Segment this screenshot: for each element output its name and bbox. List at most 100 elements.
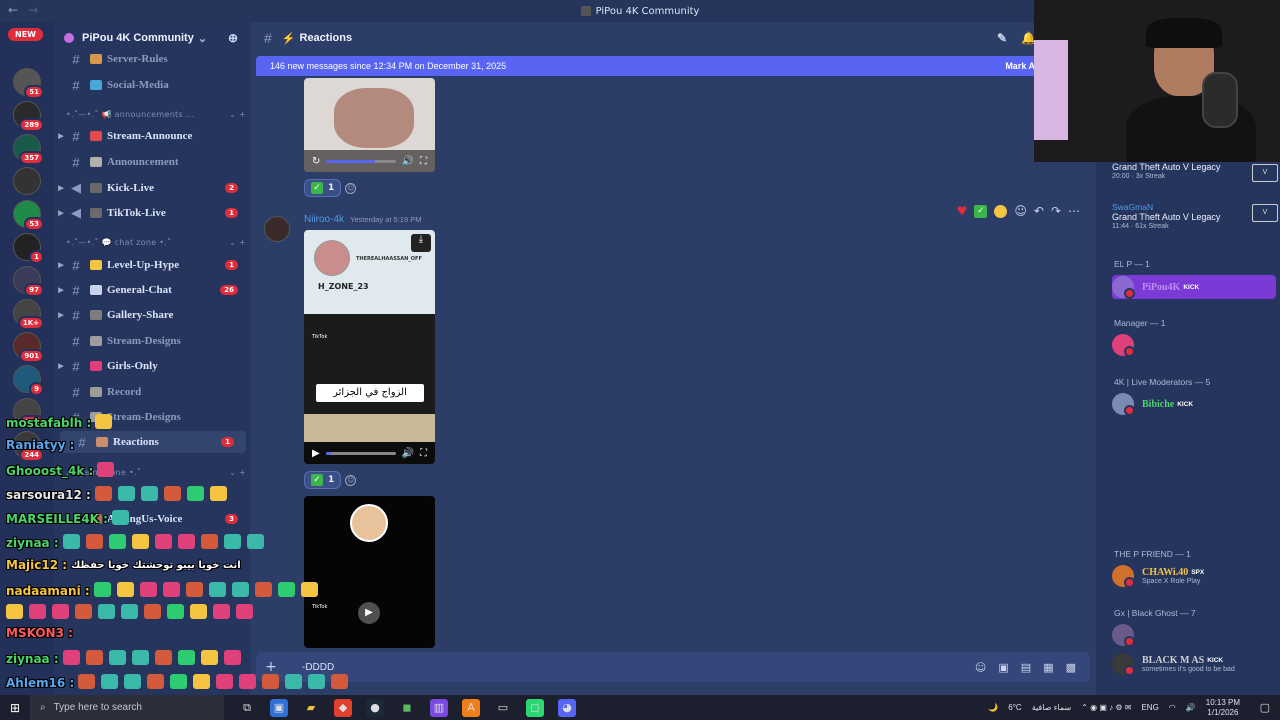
check-icon[interactable]: ✓ xyxy=(974,204,988,218)
clock[interactable]: 10:13 PM 1/1/2026 xyxy=(1206,698,1240,718)
system-tray: 🌙 6°C سماء صافية ⌃ ◉ ▣ ♪ ⚙ ✉ ENG ◠ 🔊 10:… xyxy=(988,698,1240,718)
activity-game: Grand Theft Auto V Legacy xyxy=(1112,162,1221,172)
replay-icon[interactable]: ↻ xyxy=(312,156,320,167)
volume-icon[interactable]: 🔊 xyxy=(1186,703,1196,712)
avatar[interactable] xyxy=(264,216,290,242)
server-icon[interactable]: 289 xyxy=(13,101,44,132)
reaction-check[interactable]: ✓ 1 xyxy=(304,471,342,489)
threads-icon[interactable]: ✎ xyxy=(997,31,1007,45)
seek-bar[interactable] xyxy=(325,451,396,455)
unread-badge: 26 xyxy=(220,285,238,295)
fullscreen-icon[interactable]: ⛶ xyxy=(420,156,427,167)
add-channel-icon[interactable]: ⌄ + xyxy=(229,110,246,119)
server-icon[interactable]: 901 xyxy=(13,332,44,363)
download-icon[interactable]: ⤓ xyxy=(411,234,431,252)
member-item[interactable]: BLACK M AS KICK sometimes it's good to be … xyxy=(1112,652,1276,676)
emote-icon xyxy=(6,604,23,619)
volume-icon[interactable]: 🔊 xyxy=(402,156,414,167)
activity-card[interactable]: Grand Theft Auto V Legacy 20:00 · 3x Stre… xyxy=(1112,162,1278,182)
member-item[interactable] xyxy=(1112,623,1276,647)
channel-label: TikTok-Live xyxy=(107,207,166,219)
reaction-check[interactable]: ✓ 1 xyxy=(304,179,342,197)
member-item[interactable]: CHAWi.40 SPX Space X Role Play xyxy=(1112,564,1276,588)
channel-gallery-share[interactable]: ▶ # Gallery-Share xyxy=(54,304,250,326)
server-icon[interactable]: 97 xyxy=(13,266,44,297)
new-messages-bar[interactable]: 146 new messages since 12:34 PM on Decem… xyxy=(256,56,1096,76)
file-explorer-icon[interactable]: ▣ xyxy=(270,698,288,717)
sticker-icon[interactable]: ▤ xyxy=(1021,661,1031,674)
heart-icon[interactable]: ♥ xyxy=(957,204,968,218)
app-icon[interactable]: ▥ xyxy=(430,698,448,717)
message-author[interactable]: Niiroo-4k xyxy=(304,214,344,225)
add-reaction-icon[interactable]: ☺ xyxy=(345,474,357,486)
brave-icon[interactable]: ◆ xyxy=(334,698,352,717)
video-attachment[interactable]: ↻ 🔊 ⛶ xyxy=(304,78,435,172)
new-badge[interactable]: NEW xyxy=(8,28,43,41)
video-attachment[interactable]: TikTok ▶ xyxy=(304,496,435,648)
channel-kick-live[interactable]: ▶ ◀ Kick-Live 2 xyxy=(54,177,250,199)
gif-icon[interactable]: ▣ xyxy=(998,661,1008,674)
video-attachment[interactable]: THEREALHAASSAN_OFF H_ZONE_23 TikTok الزو… xyxy=(304,230,435,464)
channel-server-rules[interactable]: # Server-Rules xyxy=(54,48,250,70)
member-item[interactable]: PiPou4K KICK xyxy=(1112,275,1276,299)
forward-icon[interactable]: ↷ xyxy=(1051,204,1061,218)
server-icon[interactable]: 51 xyxy=(13,68,44,99)
channel-announcement[interactable]: # Announcement xyxy=(54,151,250,173)
add-reaction-icon[interactable]: ☺ xyxy=(1014,204,1027,218)
server-icon xyxy=(580,6,591,16)
folder-icon[interactable]: ▰ xyxy=(302,699,320,717)
message-composer[interactable]: + -DDDD ☺ ▣ ▤ ▦ ▩ xyxy=(256,652,1090,682)
fullscreen-icon[interactable]: ⛶ xyxy=(420,448,427,459)
notification-icon[interactable]: ▢ xyxy=(1260,701,1270,714)
more-icon[interactable]: ⋯ xyxy=(1068,204,1080,218)
server-icon[interactable]: 53 xyxy=(13,200,44,231)
laugh-emoji-icon[interactable] xyxy=(994,204,1008,218)
steam-icon[interactable]: ● xyxy=(366,698,384,717)
settings-icon[interactable]: ▭ xyxy=(494,699,512,717)
task-view-icon[interactable]: ⧉ xyxy=(238,699,256,717)
tray-icons[interactable]: ⌃ ◉ ▣ ♪ ⚙ ✉ xyxy=(1081,703,1131,712)
channel-record[interactable]: # Record xyxy=(54,381,250,403)
message-input[interactable]: -DDDD xyxy=(286,662,334,673)
add-channel-icon[interactable]: ⌄ + xyxy=(229,238,246,247)
add-reaction-icon[interactable]: ☺ xyxy=(345,182,357,194)
channel-girls-only[interactable]: ▶ # Girls-Only xyxy=(54,355,250,377)
channel-stream-designs[interactable]: # Stream-Designs xyxy=(54,330,250,352)
obs-icon[interactable]: A xyxy=(462,698,480,717)
member-item[interactable] xyxy=(1112,333,1276,357)
terminal-icon[interactable]: ◻ xyxy=(526,698,544,717)
server-icon[interactable]: 357 xyxy=(13,134,44,165)
server-icon[interactable] xyxy=(13,167,41,195)
emoji-icon[interactable]: ▦ xyxy=(1043,661,1053,674)
server-icon[interactable]: 1 xyxy=(13,233,44,264)
seek-bar[interactable] xyxy=(326,159,396,163)
volume-icon[interactable]: 🔊 xyxy=(402,448,414,459)
windows-start-icon[interactable]: ⊞ xyxy=(0,701,30,715)
add-member-icon[interactable]: ⊕ xyxy=(228,31,238,45)
wifi-icon[interactable]: ◠ xyxy=(1169,703,1176,712)
play-icon[interactable]: ▶ xyxy=(358,602,380,624)
taskbar-search[interactable]: ⌕ Type here to search xyxy=(30,695,224,720)
server-icon[interactable]: 1K+ xyxy=(13,299,44,330)
xbox-icon[interactable]: ◼ xyxy=(398,699,416,717)
category-announcements[interactable]: •.˚—•.˚ 📢 announcements ... ⌄ + xyxy=(66,110,246,119)
channel-level-up-hype[interactable]: ▶ # Level-Up-Hype 1 xyxy=(54,254,250,276)
channel-social-media[interactable]: # Social-Media xyxy=(54,74,250,96)
back-icon[interactable]: ← xyxy=(8,3,18,17)
member-item[interactable]: Bibiche KICK xyxy=(1112,392,1276,416)
forward-icon[interactable]: → xyxy=(28,3,38,17)
category-chat-zone[interactable]: •.˚—•.˚ 💬 chat zone •.˚ ⌄ + xyxy=(66,238,246,247)
channel-stream-announce[interactable]: ▶ # Stream-Announce xyxy=(54,125,250,147)
discord-icon[interactable]: ◕ xyxy=(558,698,576,717)
activity-card[interactable]: SwaGmaN Grand Theft Auto V Legacy 11:44 · … xyxy=(1112,202,1278,230)
reply-icon[interactable]: ↶ xyxy=(1034,204,1044,218)
weather-temp[interactable]: 6°C xyxy=(1008,703,1021,712)
server-icon[interactable]: 9 xyxy=(13,365,44,396)
gta-icon: V xyxy=(1252,164,1278,182)
play-icon[interactable]: ▶ xyxy=(312,448,320,459)
apps-icon[interactable]: ▩ xyxy=(1066,661,1076,674)
gift-icon[interactable]: ☺ xyxy=(975,661,986,674)
channel-general-chat[interactable]: ▶ # General-Chat 26 xyxy=(54,279,250,301)
language[interactable]: ENG xyxy=(1141,703,1158,712)
channel-tiktok-live[interactable]: ▶ ◀ TikTok-Live 1 xyxy=(54,202,250,224)
